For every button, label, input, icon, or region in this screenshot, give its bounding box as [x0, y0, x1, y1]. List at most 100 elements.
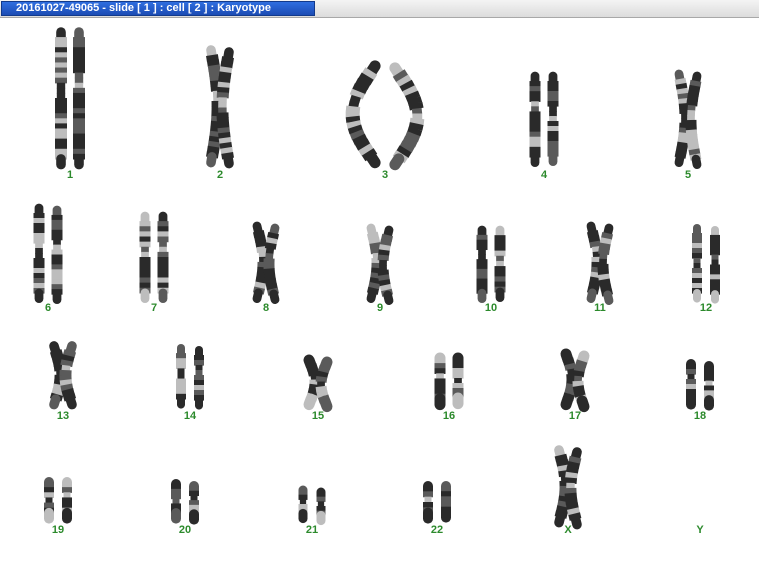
chromosome-image — [692, 224, 720, 304]
chromosome-band — [674, 77, 687, 86]
chromosome-band — [210, 79, 223, 87]
chromosome-image — [529, 71, 559, 167]
chromosome[interactable] — [366, 223, 383, 303]
chromosome[interactable] — [685, 71, 702, 169]
chromosome-pair-1[interactable]: 1 — [25, 27, 115, 183]
chromosome-band — [677, 92, 690, 100]
chromosome-band — [352, 133, 368, 146]
chromosome-band — [589, 276, 602, 285]
chromosome-pair-15[interactable]: 15 — [273, 354, 363, 424]
chromosome-band — [61, 388, 75, 397]
chromosome-label: 20 — [178, 524, 192, 536]
chromosome-band — [206, 54, 219, 62]
chromosome-band — [676, 87, 689, 96]
chromosome-band — [207, 64, 221, 72]
chromosome-pair-9[interactable]: 9 — [335, 223, 425, 316]
chromosome-pair-11[interactable]: 11 — [555, 221, 645, 316]
chromosome-pair-16[interactable]: 16 — [404, 352, 494, 424]
chromosome-band — [554, 445, 566, 461]
chromosome-band — [319, 356, 333, 373]
chromosome-band — [269, 289, 280, 304]
chromosome-band — [369, 277, 382, 285]
chromosome-pair-20[interactable]: 20 — [140, 479, 230, 538]
chromosome-band — [379, 283, 392, 292]
chromosome[interactable] — [263, 223, 280, 304]
chromosome-band — [674, 152, 685, 167]
chromosome-pair-5[interactable]: 5 — [643, 69, 733, 183]
chromosome-image — [345, 60, 425, 171]
chromosome-band — [686, 134, 698, 141]
chromosome-pair-21[interactable]: 21 — [267, 485, 357, 538]
chromosome-pair-8[interactable]: 8 — [221, 221, 311, 316]
chromosome[interactable] — [315, 356, 333, 413]
chromosome[interactable] — [389, 62, 425, 171]
chromosome-band — [599, 237, 612, 246]
chromosome[interactable] — [572, 350, 590, 413]
chromosome-pair-14[interactable]: 14 — [145, 344, 235, 424]
chromosome[interactable] — [377, 225, 394, 305]
chromosome-band — [218, 132, 231, 140]
chromosome-band — [378, 249, 390, 257]
chromosome-band — [269, 223, 280, 239]
chromosome-band — [689, 79, 702, 88]
chromosome-band — [366, 231, 379, 240]
chromosome-band — [408, 101, 424, 111]
chromosome[interactable] — [586, 221, 603, 303]
chromosome-pair-10[interactable]: 10 — [446, 225, 536, 316]
chromosome-pair-x[interactable]: X — [523, 445, 613, 538]
chromosome-band — [219, 141, 233, 150]
chromosome-band — [49, 341, 61, 357]
chromosome-image — [303, 354, 333, 413]
chromosome-pair-13[interactable]: 13 — [18, 341, 108, 424]
chromosome[interactable] — [206, 45, 224, 168]
chromosome-band — [317, 365, 331, 375]
chromosome-band — [399, 140, 415, 153]
chromosome-image — [55, 27, 85, 170]
chromosome-pair-7[interactable]: 7 — [109, 211, 199, 316]
chromosome-label: 10 — [484, 302, 498, 314]
chromosome[interactable] — [560, 348, 578, 411]
chromosome[interactable] — [564, 447, 582, 530]
chromosome-pair-2[interactable]: 2 — [175, 45, 265, 183]
chromosome-pair-12[interactable]: 12 — [661, 224, 751, 316]
chromosome-pair-17[interactable]: 17 — [530, 348, 620, 424]
chromosome-pair-4[interactable]: 4 — [499, 71, 589, 183]
chromosome-pair-22[interactable]: 22 — [392, 481, 482, 538]
chromosome[interactable] — [674, 69, 691, 167]
chromosome[interactable] — [554, 445, 572, 528]
chromosome-band — [264, 242, 277, 250]
chromosome-pair-18[interactable]: 18 — [655, 359, 745, 424]
chromosome[interactable] — [345, 60, 381, 169]
chromosome[interactable] — [252, 221, 269, 303]
chromosome-band — [598, 278, 611, 287]
chromosome-band — [366, 288, 377, 303]
chromosome-pair-y[interactable]: Y — [655, 514, 745, 538]
window-title[interactable]: 20161027-49065 - slide [ 1 ] : cell [ 2 … — [1, 1, 315, 16]
chromosome-pair-19[interactable]: 19 — [13, 477, 103, 538]
chromosome-pair-3[interactable]: 3 — [340, 60, 430, 183]
chromosome-band — [206, 45, 217, 61]
chromosome-label: 21 — [305, 524, 319, 536]
chromosome-band — [383, 290, 394, 305]
chromosome-band — [603, 290, 614, 305]
chromosome-label: 1 — [66, 169, 74, 181]
chromosome-label: 11 — [594, 302, 606, 314]
chromosome-band — [207, 140, 221, 149]
chromosome-label: 8 — [262, 302, 270, 314]
chromosome-band — [402, 135, 418, 148]
chromosome[interactable] — [303, 354, 321, 411]
chromosome[interactable] — [59, 341, 77, 410]
chromosome-label: 3 — [381, 169, 389, 181]
chromosome-label: 14 — [183, 410, 197, 422]
chromosome-pair-6[interactable]: 6 — [3, 203, 93, 316]
chromosome-band — [399, 79, 415, 93]
chromosome-band — [217, 81, 230, 89]
chromosome-band — [265, 237, 278, 245]
chromosome-band — [599, 283, 612, 292]
chromosome-band — [208, 69, 222, 77]
chromosome-band — [352, 83, 368, 95]
chromosome[interactable] — [216, 47, 234, 169]
karyotype-panel: 1 2 3 4 5 6 7 8 9 10 11 12 13 14 15 16 17 18 19 20 21 22 X Y — [0, 18, 759, 587]
chromosome-image — [674, 69, 702, 169]
chromosome[interactable] — [597, 223, 614, 305]
